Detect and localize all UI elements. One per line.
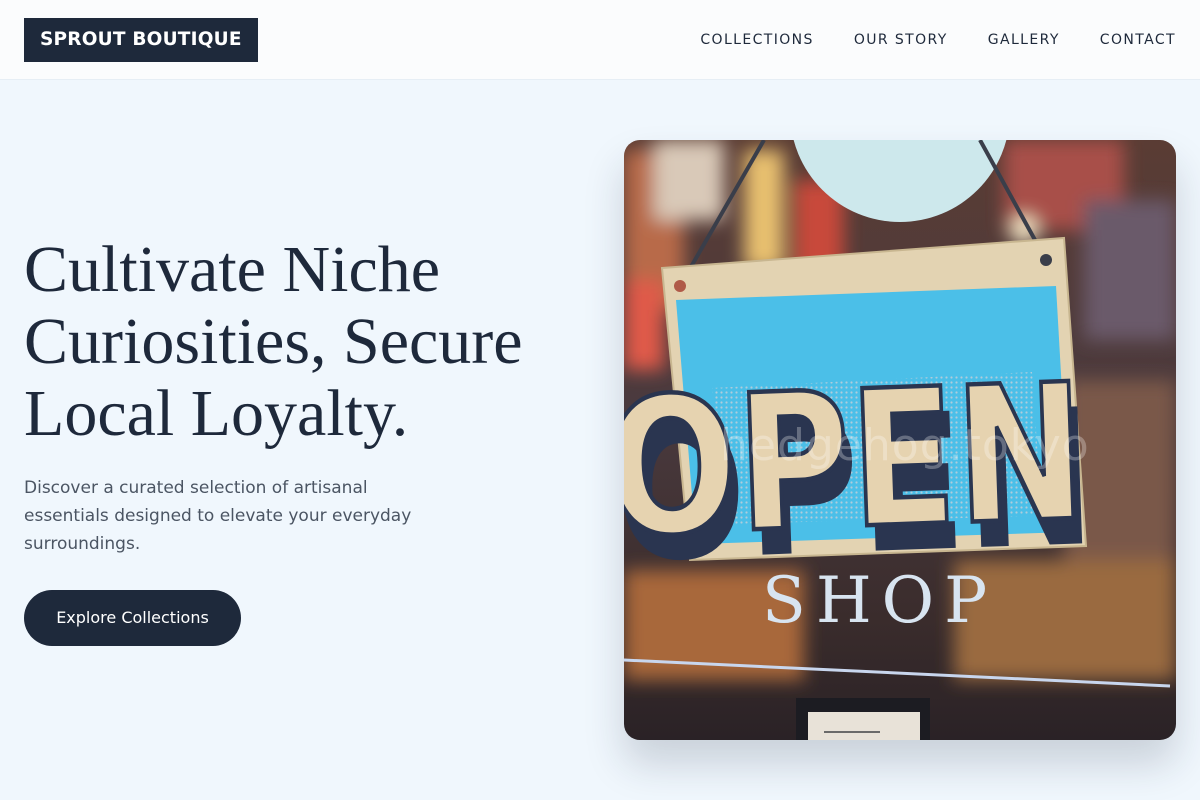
site-header: SPROUT BOUTIQUE COLLECTIONS OUR STORY GA…: [0, 0, 1200, 80]
hero-subtitle: Discover a curated selection of artisana…: [24, 474, 454, 558]
main-nav: COLLECTIONS OUR STORY GALLERY CONTACT: [700, 31, 1176, 49]
hero-subtitle-line: surroundings.: [24, 534, 141, 554]
hero-title-line: Local Loyalty.: [24, 377, 409, 450]
hero-title-line: Cultivate Niche: [24, 233, 441, 306]
nav-item-collections[interactable]: COLLECTIONS: [700, 31, 813, 49]
hero-title-line: Curiosities, Secure: [24, 305, 523, 378]
shop-window-text: SHOP: [762, 564, 997, 638]
watermark-text: hedgehog.tokyo: [720, 420, 1090, 471]
hero-title: Cultivate Niche Curiosities, Secure Loca…: [24, 234, 594, 450]
explore-collections-button[interactable]: Explore Collections: [24, 590, 241, 646]
hero-image: OPEN OPEN SHOP hedgehog.tokyo: [624, 140, 1176, 740]
hero-subtitle-line: essentials designed to elevate your ever…: [24, 506, 412, 526]
nav-item-our-story[interactable]: OUR STORY: [854, 31, 948, 49]
hero-subtitle-line: Discover a curated selection of artisana…: [24, 478, 368, 498]
nav-item-contact[interactable]: CONTACT: [1100, 31, 1176, 49]
nav-item-gallery[interactable]: GALLERY: [988, 31, 1060, 49]
brand-logo[interactable]: SPROUT BOUTIQUE: [24, 18, 258, 62]
